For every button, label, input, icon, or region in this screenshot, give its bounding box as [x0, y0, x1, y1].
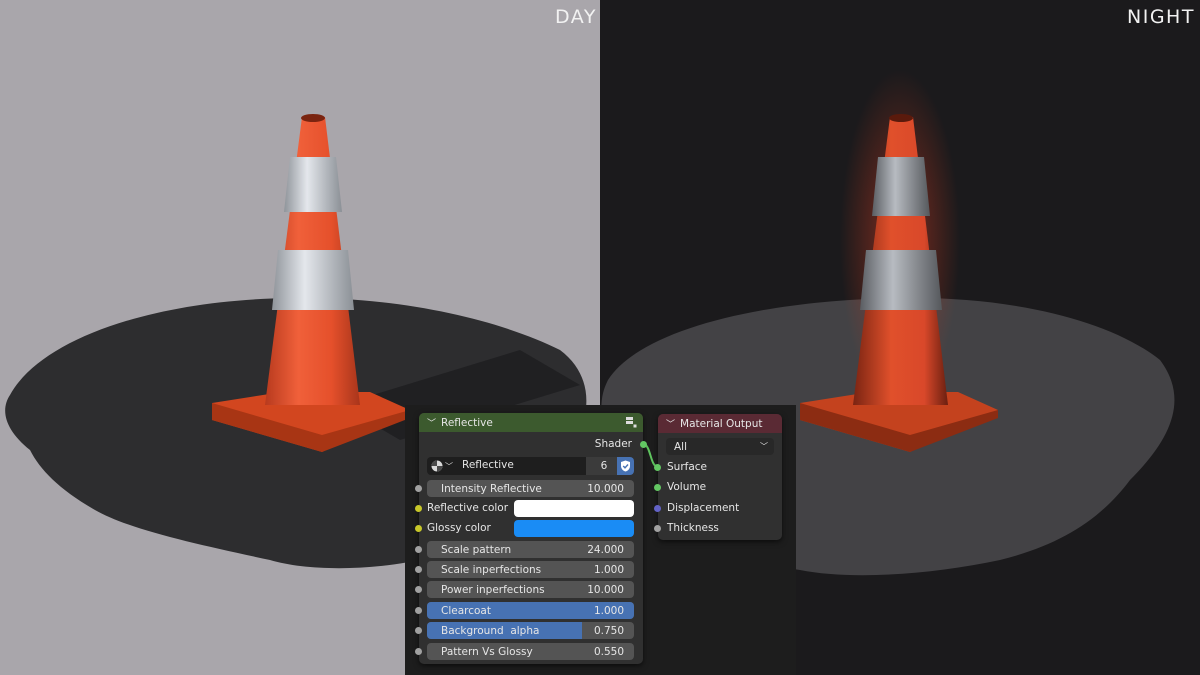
input-socket-clearcoat[interactable] — [415, 607, 422, 614]
glossy-color-label: Glossy color — [427, 522, 491, 534]
field-label: Pattern Vs Glossy — [441, 645, 533, 658]
background-alpha-slider[interactable]: Background alpha 0.750 — [427, 622, 634, 639]
volume-input-label: Volume — [667, 481, 707, 493]
power-imperfections-field[interactable]: Power inperfections 10.000 — [427, 581, 634, 598]
reflective-node-header[interactable]: ﹀ Reflective — [419, 413, 643, 432]
render-target-dropdown[interactable]: All ﹀ — [666, 438, 774, 455]
chevron-down-icon: ﹀ — [445, 461, 453, 471]
thickness-input-label: Thickness — [667, 522, 719, 534]
sphere-material-icon[interactable]: ﹀ — [431, 459, 457, 473]
scale-imperfections-field[interactable]: Scale inperfections 1.000 — [427, 561, 634, 578]
node-group-name[interactable]: Reflective — [462, 459, 514, 471]
scale-pattern-field[interactable]: Scale pattern 24.000 — [427, 541, 634, 558]
field-label: Power inperfections — [441, 583, 545, 596]
field-value: 10.000 — [587, 583, 624, 596]
surface-input-label: Surface — [667, 461, 708, 473]
intensity-reflective-field[interactable]: Intensity Reflective 10.000 — [427, 480, 634, 497]
field-value: 1.000 — [593, 563, 624, 576]
chevron-down-icon: ﹀ — [760, 442, 768, 451]
day-label: DAY — [555, 6, 597, 28]
field-value: 0.550 — [593, 645, 624, 658]
reflective-node[interactable]: ﹀ Reflective Shader ﹀ Reflective 6 Inten… — [415, 413, 647, 664]
material-output-header[interactable]: ﹀ Material Output — [658, 414, 782, 433]
field-value: 1.000 — [593, 604, 624, 617]
field-value: 0.750 — [593, 624, 624, 637]
displacement-input-socket[interactable] — [654, 505, 661, 512]
material-output-title: Material Output — [680, 417, 763, 430]
volume-input-socket[interactable] — [654, 484, 661, 491]
input-socket-reflective-color[interactable] — [415, 505, 422, 512]
node-group-icon[interactable] — [625, 416, 637, 428]
reflective-node-title: Reflective — [441, 416, 493, 429]
field-label: Scale inperfections — [441, 563, 542, 576]
thickness-input-socket[interactable] — [654, 525, 661, 532]
shield-check-icon[interactable] — [617, 457, 634, 475]
field-value: 24.000 — [587, 543, 624, 556]
displacement-input-label: Displacement — [667, 502, 740, 514]
field-label: Clearcoat — [441, 604, 491, 617]
glossy-color-swatch[interactable] — [514, 520, 634, 537]
field-label: Background alpha — [441, 624, 540, 637]
shader-output-label: Shader — [594, 438, 632, 450]
reflective-color-swatch[interactable] — [514, 500, 634, 517]
input-socket-glossy-color[interactable] — [415, 525, 422, 532]
node-group-selector[interactable]: ﹀ Reflective 6 — [427, 457, 634, 475]
input-socket-background-alpha[interactable] — [415, 627, 422, 634]
input-socket-power-imperfections[interactable] — [415, 586, 422, 593]
surface-input-socket[interactable] — [654, 464, 661, 471]
shader-output-socket[interactable] — [640, 441, 647, 448]
clearcoat-slider[interactable]: Clearcoat 1.000 — [427, 602, 634, 619]
input-socket-pattern-vs-glossy[interactable] — [415, 648, 422, 655]
collapse-chevron-icon[interactable]: ﹀ — [666, 417, 675, 430]
collapse-chevron-icon[interactable]: ﹀ — [427, 416, 436, 429]
input-socket-scale-imperfections[interactable] — [415, 566, 422, 573]
reflective-color-label: Reflective color — [427, 502, 509, 514]
render-target-value: All — [674, 440, 688, 453]
field-value: 10.000 — [587, 482, 624, 495]
field-label: Intensity Reflective — [441, 482, 542, 495]
input-socket-scale-pattern[interactable] — [415, 546, 422, 553]
material-output-node[interactable]: ﹀ Material Output All ﹀ Surface Volume D… — [654, 414, 782, 540]
pattern-vs-glossy-field[interactable]: Pattern Vs Glossy 0.550 — [427, 643, 634, 660]
input-socket-intensity[interactable] — [415, 485, 422, 492]
night-label: NIGHT — [1127, 6, 1195, 28]
field-label: Scale pattern — [441, 543, 512, 556]
